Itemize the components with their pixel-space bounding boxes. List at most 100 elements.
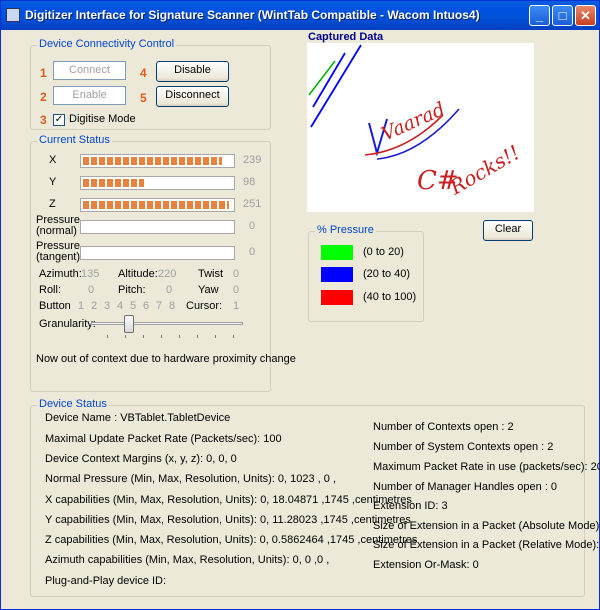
- legend-label-2: (40 to 100): [363, 291, 417, 303]
- x-progress-fill: [83, 157, 222, 165]
- device-status-line: Number of Manager Handles open : 0: [373, 481, 558, 493]
- button-number-1: 1: [78, 300, 85, 312]
- device-status-line: Z capabilities (Min, Max, Resolution, Un…: [45, 534, 418, 546]
- device-status-line: Number of System Contexts open : 2: [373, 441, 554, 453]
- pressure-tangent-label: Pressure (tangent): [36, 240, 81, 263]
- connectivity-group: Device Connectivity Control 1 Connect 2 …: [30, 38, 271, 130]
- granularity-slider[interactable]: [91, 314, 243, 340]
- title-bar[interactable]: Digitizer Interface for Signature Scanne…: [1, 1, 599, 30]
- slider-tick: [197, 335, 198, 338]
- slider-tick: [143, 335, 144, 338]
- button-number-3: 3: [104, 300, 111, 312]
- device-status-line: Plug-and-Play device ID:: [45, 575, 167, 587]
- cursor-label: Cursor:: [186, 300, 223, 312]
- slider-tick: [161, 335, 162, 338]
- pressure-tangent-bar: [80, 246, 235, 260]
- slider-tick: [125, 335, 126, 338]
- granularity-label: Granularity:: [39, 318, 96, 330]
- current-status-group: Current Status X 239 Y 98 Z 251 Pressure…: [30, 134, 296, 392]
- close-button[interactable]: ✕: [575, 5, 596, 26]
- pressure-legend-title: % Pressure: [315, 224, 376, 236]
- disconnect-button[interactable]: Disconnect: [156, 86, 229, 107]
- z-progress-fill: [83, 201, 230, 209]
- z-label: Z: [49, 198, 56, 210]
- pressure-tangent-value: 0: [249, 246, 256, 258]
- twist-value: 0: [233, 268, 240, 280]
- button-number-4: 4: [117, 300, 124, 312]
- slider-tick: [233, 335, 234, 338]
- checkmark-icon: ✓: [54, 114, 64, 125]
- device-status-line: Size of Extension in a Packet (Absolute …: [373, 520, 600, 532]
- status-message: Now out of context due to hardware proxi…: [36, 353, 296, 365]
- step-number-2: 2: [40, 90, 47, 104]
- button-number-5: 5: [130, 300, 137, 312]
- y-value: 98: [243, 176, 256, 188]
- pitch-label: Pitch:: [118, 284, 146, 296]
- digitise-mode-checkbox[interactable]: ✓: [53, 114, 65, 126]
- step-number-3: 3: [40, 113, 47, 127]
- yaw-value: 0: [233, 284, 240, 296]
- device-status-line: Azimuth capabilities (Min, Max, Resoluti…: [45, 554, 330, 566]
- azimuth-value: 135: [81, 268, 100, 280]
- device-status-title: Device Status: [37, 398, 109, 410]
- device-status-line: X capabilities (Min, Max, Resolution, Un…: [45, 494, 412, 506]
- y-label: Y: [49, 176, 57, 188]
- maximize-button[interactable]: □: [552, 5, 573, 26]
- device-status-line: Maximal Update Packet Rate (Packets/sec)…: [45, 433, 282, 445]
- slider-tick: [107, 335, 108, 338]
- slider-thumb[interactable]: [124, 315, 134, 333]
- connect-button[interactable]: Connect: [53, 61, 126, 80]
- button-label: Button: [39, 300, 71, 312]
- captured-data-title: Captured Data: [308, 31, 384, 43]
- device-status-line: Extension Or-Mask: 0: [373, 559, 479, 571]
- altitude-label: Altitude:: [118, 268, 158, 280]
- app-window: Digitizer Interface for Signature Scanne…: [0, 0, 600, 610]
- minimize-icon: _: [535, 8, 544, 23]
- button-number-6: 6: [143, 300, 150, 312]
- button-number-8: 8: [169, 300, 176, 312]
- device-status-line: Number of Contexts open : 2: [373, 421, 514, 433]
- pressure-normal-bar: [80, 220, 235, 234]
- z-progress-bar: [80, 198, 235, 212]
- signature-canvas[interactable]: Vaarad C# Rocks!!: [307, 43, 534, 212]
- altitude-value: 220: [158, 268, 177, 280]
- minimize-button[interactable]: _: [529, 5, 550, 26]
- z-value: 251: [243, 198, 262, 210]
- slider-tick: [179, 335, 180, 338]
- twist-label: Twist: [198, 268, 224, 280]
- device-status-line: Size of Extension in a Packet (Relative …: [373, 539, 600, 551]
- y-progress-bar: [80, 176, 235, 190]
- device-status-line: Device Name : VBTablet.TabletDevice: [45, 412, 231, 424]
- step-number-5: 5: [140, 91, 147, 105]
- device-status-line: Normal Pressure (Min, Max, Resolution, U…: [45, 473, 336, 485]
- current-status-title: Current Status: [37, 134, 112, 146]
- clear-button[interactable]: Clear: [483, 220, 533, 241]
- azimuth-label: Azimuth:: [39, 268, 82, 280]
- disable-button[interactable]: Disable: [156, 61, 229, 82]
- enable-button[interactable]: Enable: [53, 86, 126, 105]
- step-number-1: 1: [40, 66, 47, 80]
- device-status-line: Maximum Packet Rate in use (packets/sec)…: [373, 461, 600, 473]
- pressure-legend-group: % Pressure (0 to 20) (20 to 40) (40 to 1…: [308, 224, 424, 322]
- slider-tick: [215, 335, 216, 338]
- x-value: 239: [243, 154, 262, 166]
- device-status-group: Device Status Device Name : VBTablet.Tab…: [30, 398, 600, 597]
- client-area: Device Connectivity Control 1 Connect 2 …: [5, 30, 600, 605]
- pitch-value: 0: [166, 284, 173, 296]
- roll-label: Roll:: [39, 284, 62, 296]
- device-status-line: Y capabilities (Min, Max, Resolution, Un…: [45, 514, 411, 526]
- connectivity-title: Device Connectivity Control: [37, 38, 177, 50]
- pressure-normal-label: Pressure (normal): [36, 214, 81, 237]
- slider-track: [91, 322, 243, 325]
- x-label: X: [49, 154, 57, 166]
- yaw-label: Yaw: [198, 284, 219, 296]
- app-icon: [6, 8, 20, 22]
- legend-swatch-0: [321, 245, 353, 260]
- button-number-7: 7: [156, 300, 163, 312]
- roll-value: 0: [88, 284, 95, 296]
- close-icon: ✕: [580, 8, 591, 23]
- legend-swatch-1: [321, 267, 353, 282]
- digitise-mode-label: Digitise Mode: [69, 113, 136, 125]
- y-progress-fill: [83, 179, 145, 187]
- legend-label-1: (20 to 40): [363, 268, 411, 280]
